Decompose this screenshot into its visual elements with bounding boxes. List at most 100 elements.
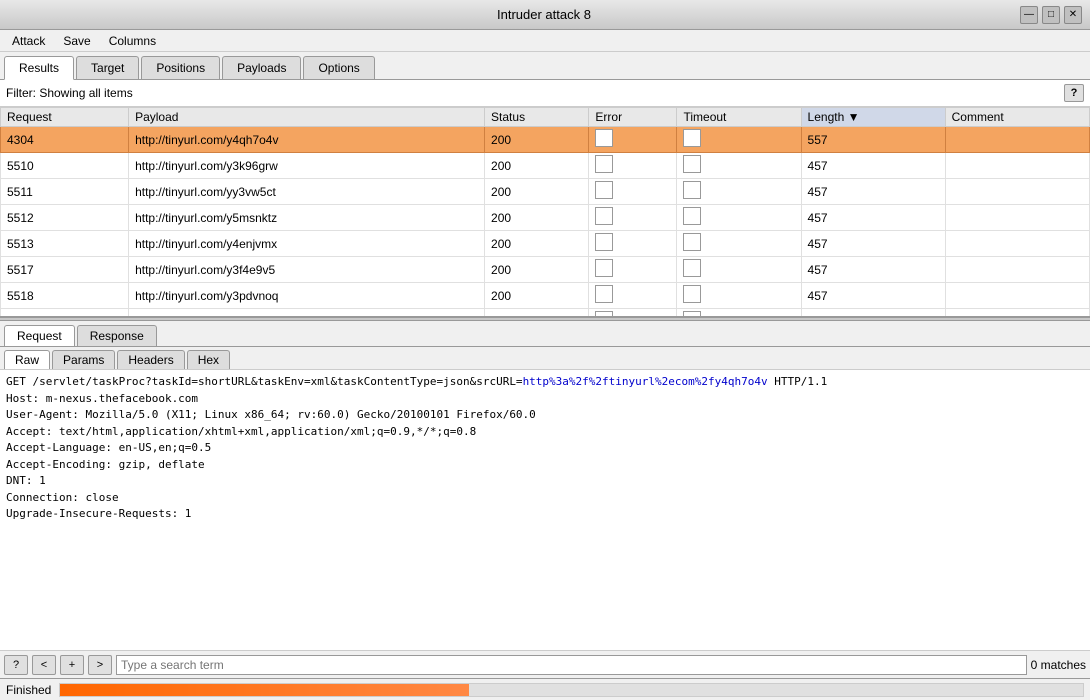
main-tabs: Results Target Positions Payloads Option…	[0, 52, 1090, 80]
tab-response[interactable]: Response	[77, 325, 157, 346]
cell-timeout	[677, 309, 801, 318]
cell-error	[589, 231, 677, 257]
col-error[interactable]: Error	[589, 108, 677, 127]
tab-hex[interactable]: Hex	[187, 350, 230, 369]
cell-error-checkbox[interactable]	[595, 207, 613, 225]
cell-payload: http://tinyurl.com/y3pdvnoq	[129, 283, 485, 309]
col-status[interactable]: Status	[485, 108, 589, 127]
cell-payload: http://tinyurl.com/y4enjvmx	[129, 231, 485, 257]
table-row[interactable]: 5513http://tinyurl.com/y4enjvmx200457	[1, 231, 1090, 257]
cell-timeout-checkbox[interactable]	[683, 233, 701, 251]
cell-payload: http://tinyurl.com/y3k96grw	[129, 153, 485, 179]
cell-error	[589, 153, 677, 179]
cell-error	[589, 205, 677, 231]
cell-timeout-checkbox[interactable]	[683, 285, 701, 303]
col-timeout[interactable]: Timeout	[677, 108, 801, 127]
cell-comment	[945, 231, 1089, 257]
tab-headers[interactable]: Headers	[117, 350, 184, 369]
tab-positions[interactable]: Positions	[141, 56, 220, 79]
col-length[interactable]: Length ▼	[801, 108, 945, 127]
cell-timeout	[677, 231, 801, 257]
cell-length: 557	[801, 127, 945, 153]
cell-error	[589, 283, 677, 309]
cell-status: 200	[485, 257, 589, 283]
cell-error-checkbox[interactable]	[595, 129, 613, 147]
table-row[interactable]: 5512http://tinyurl.com/y5msnktz200457	[1, 205, 1090, 231]
matches-count: 0 matches	[1031, 658, 1086, 672]
cell-timeout-checkbox[interactable]	[683, 155, 701, 173]
window-controls[interactable]: — □ ✕	[1020, 6, 1082, 24]
cell-request: 5518	[1, 283, 129, 309]
request-line-1: GET /servlet/taskProc?taskId=shortURL&ta…	[6, 374, 1084, 391]
table-row[interactable]: 5519http://tinyurl.com/yxernaufm200457	[1, 309, 1090, 318]
cell-timeout-checkbox[interactable]	[683, 129, 701, 147]
col-payload[interactable]: Payload	[129, 108, 485, 127]
add-button[interactable]: +	[60, 655, 84, 675]
filter-help-button[interactable]: ?	[1064, 84, 1084, 102]
help-button[interactable]: ?	[4, 655, 28, 675]
cell-timeout-checkbox[interactable]	[683, 311, 701, 317]
prev-button[interactable]: <	[32, 655, 56, 675]
cell-timeout	[677, 283, 801, 309]
cell-error	[589, 179, 677, 205]
cell-error-checkbox[interactable]	[595, 259, 613, 277]
tab-raw[interactable]: Raw	[4, 350, 50, 369]
tab-options[interactable]: Options	[303, 56, 374, 79]
maximize-button[interactable]: □	[1042, 6, 1060, 24]
cell-timeout	[677, 205, 801, 231]
cell-status: 200	[485, 153, 589, 179]
tab-payloads[interactable]: Payloads	[222, 56, 301, 79]
cell-error-checkbox[interactable]	[595, 155, 613, 173]
cell-timeout	[677, 153, 801, 179]
cell-request: 5519	[1, 309, 129, 318]
col-comment[interactable]: Comment	[945, 108, 1089, 127]
cell-payload: http://tinyurl.com/yy3vw5ct	[129, 179, 485, 205]
cell-timeout-checkbox[interactable]	[683, 181, 701, 199]
next-button[interactable]: >	[88, 655, 112, 675]
menu-columns[interactable]: Columns	[101, 32, 164, 50]
cell-length: 457	[801, 257, 945, 283]
table-row[interactable]: 5510http://tinyurl.com/y3k96grw200457	[1, 153, 1090, 179]
req-resp-tabs: Request Response	[0, 321, 1090, 347]
search-input[interactable]	[116, 655, 1027, 675]
cell-error-checkbox[interactable]	[595, 311, 613, 317]
cell-length: 457	[801, 179, 945, 205]
minimize-button[interactable]: —	[1020, 6, 1038, 24]
cell-status: 200	[485, 127, 589, 153]
raw-tabs: Raw Params Headers Hex	[0, 347, 1090, 370]
menu-attack[interactable]: Attack	[4, 32, 53, 50]
cell-comment	[945, 179, 1089, 205]
results-table: Request Payload Status Error Timeout Len…	[0, 107, 1090, 317]
close-button[interactable]: ✕	[1064, 6, 1082, 24]
cell-length: 457	[801, 205, 945, 231]
tab-request[interactable]: Request	[4, 325, 75, 346]
window-title: Intruder attack 8	[68, 7, 1020, 22]
tab-results[interactable]: Results	[4, 56, 74, 80]
table-row[interactable]: 5518http://tinyurl.com/y3pdvnoq200457	[1, 283, 1090, 309]
request-line-9: Upgrade-Insecure-Requests: 1	[6, 506, 1084, 523]
cell-length: 457	[801, 309, 945, 318]
cell-timeout-checkbox[interactable]	[683, 259, 701, 277]
cell-request: 5513	[1, 231, 129, 257]
tab-target[interactable]: Target	[76, 56, 139, 79]
cell-comment	[945, 257, 1089, 283]
cell-error	[589, 309, 677, 318]
status-progress-bar	[59, 683, 1084, 697]
cell-error-checkbox[interactable]	[595, 181, 613, 199]
table-row[interactable]: 5511http://tinyurl.com/yy3vw5ct200457	[1, 179, 1090, 205]
req-resp-area: Request Response Raw Params Headers Hex …	[0, 321, 1090, 650]
col-request[interactable]: Request	[1, 108, 129, 127]
request-line-7: DNT: 1	[6, 473, 1084, 490]
table-row[interactable]: 5517http://tinyurl.com/y3f4e9v5200457	[1, 257, 1090, 283]
title-bar: Intruder attack 8 — □ ✕	[0, 0, 1090, 30]
table-row[interactable]: 4304http://tinyurl.com/y4qh7o4v200557	[1, 127, 1090, 153]
request-line-4: Accept: text/html,application/xhtml+xml,…	[6, 424, 1084, 441]
request-content: GET /servlet/taskProc?taskId=shortURL&ta…	[0, 370, 1090, 650]
cell-timeout-checkbox[interactable]	[683, 207, 701, 225]
cell-error-checkbox[interactable]	[595, 285, 613, 303]
menu-save[interactable]: Save	[55, 32, 98, 50]
filter-bar: Filter: Showing all items ?	[0, 80, 1090, 107]
tab-params[interactable]: Params	[52, 350, 115, 369]
cell-payload: http://tinyurl.com/y3f4e9v5	[129, 257, 485, 283]
cell-error-checkbox[interactable]	[595, 233, 613, 251]
